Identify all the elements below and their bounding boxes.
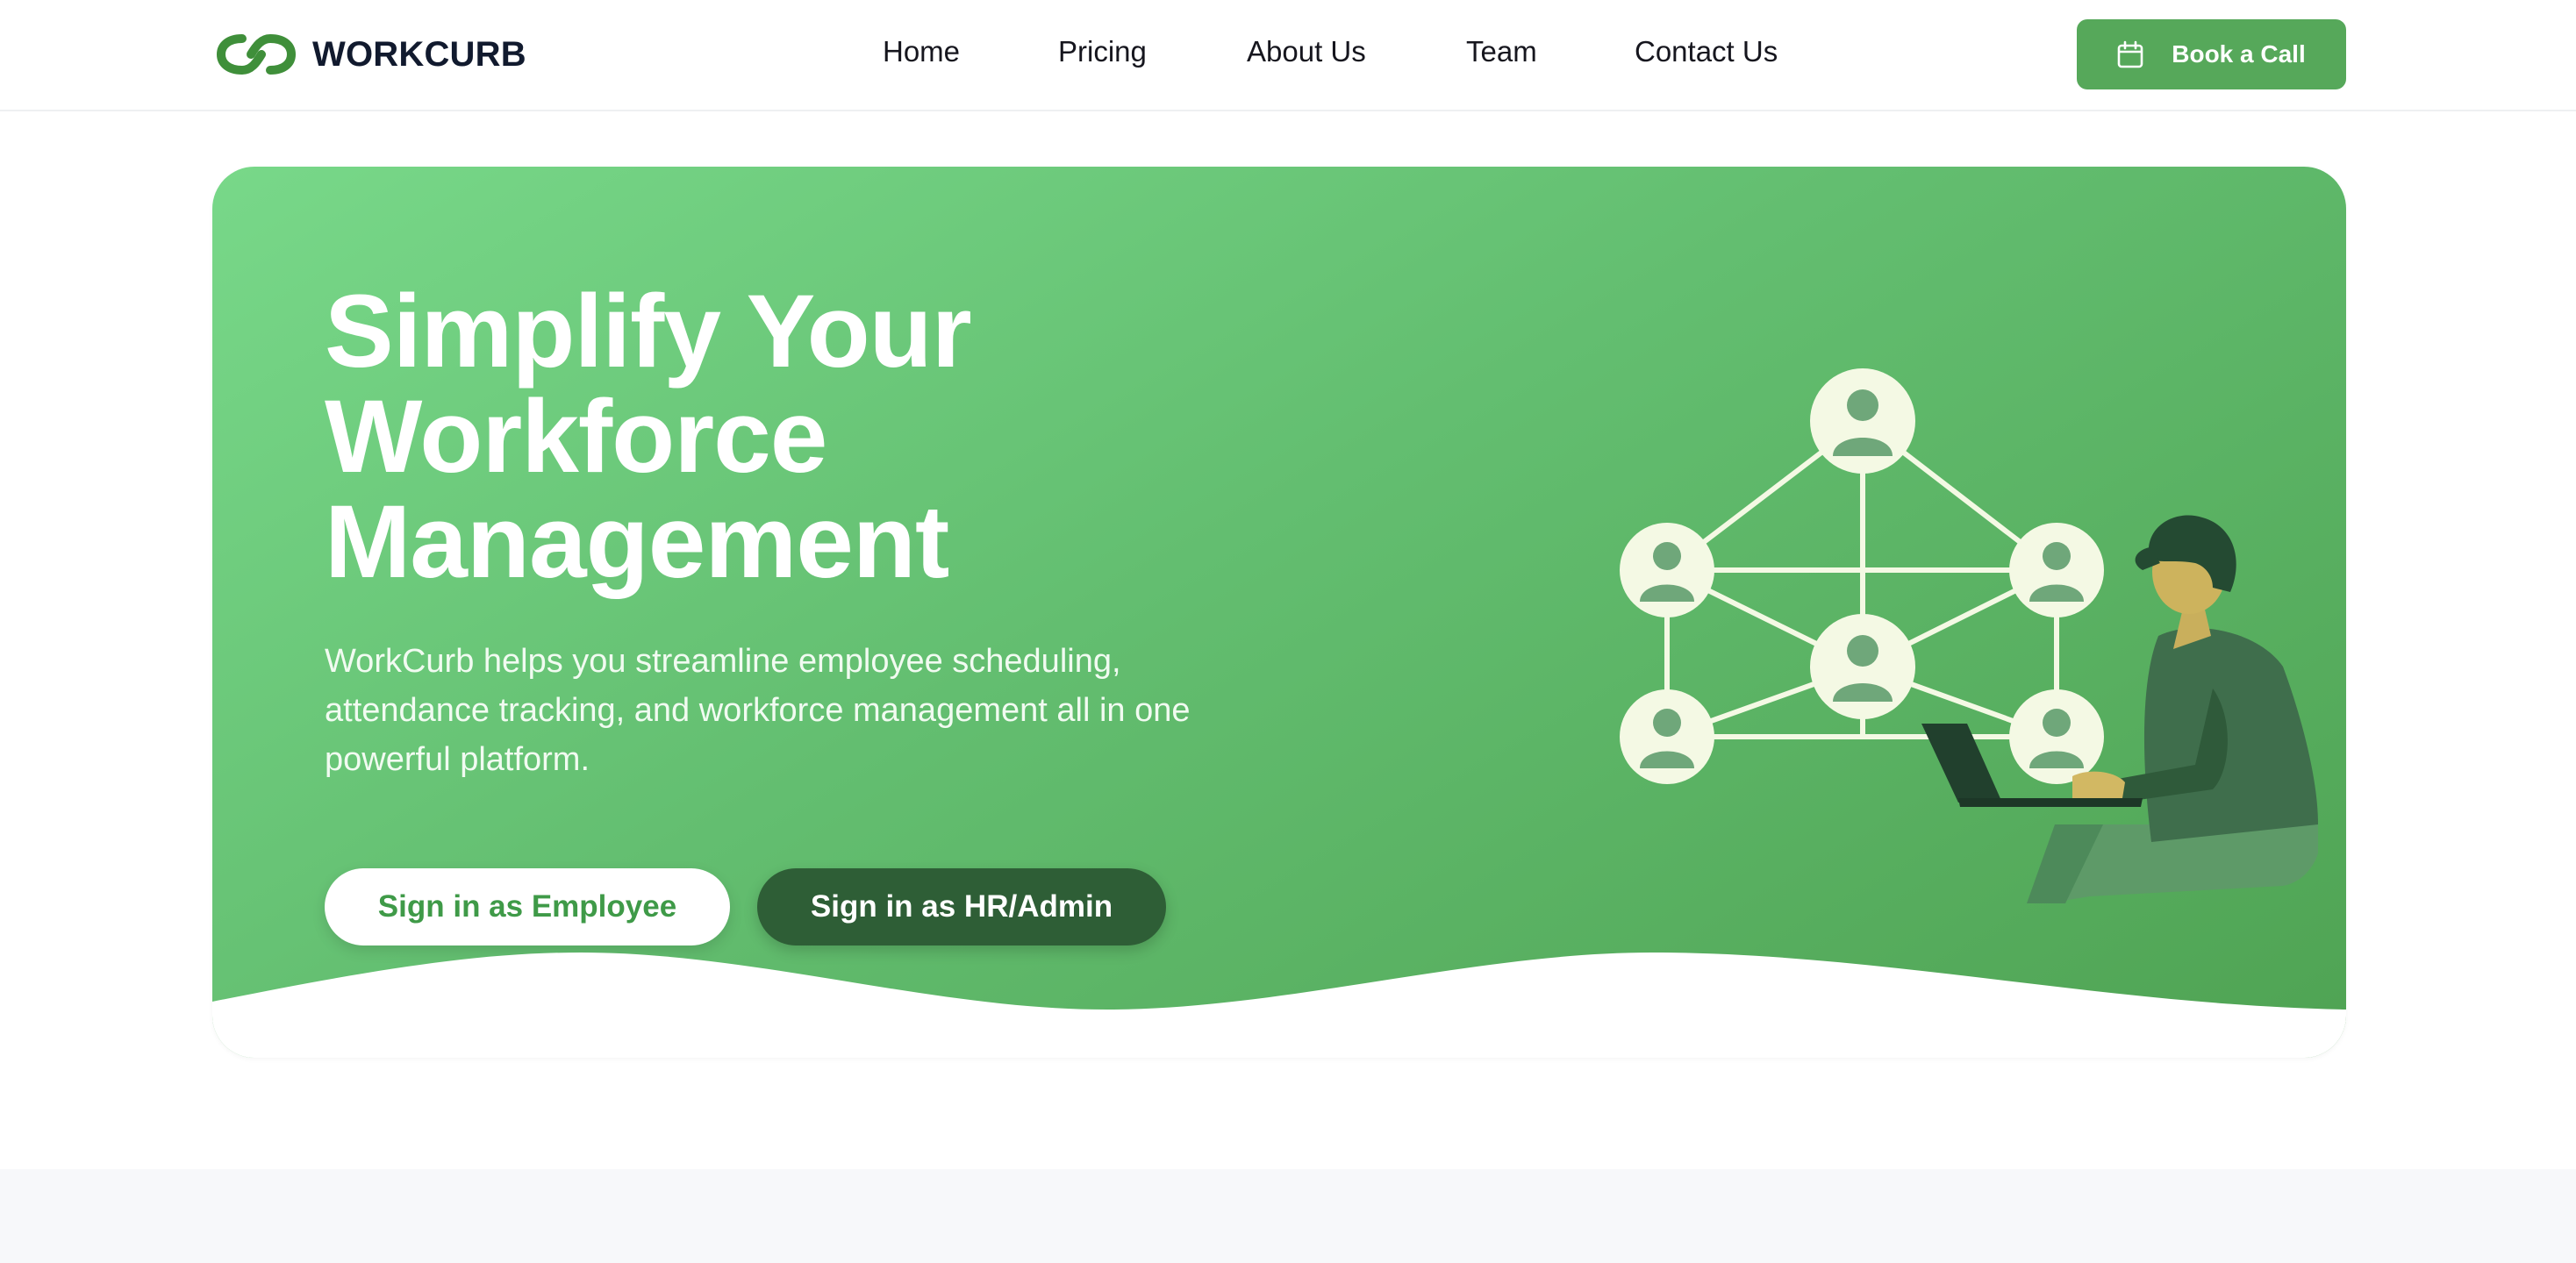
hero-title-line: Simplify Your (325, 274, 972, 389)
sign-in-hr-admin-button[interactable]: Sign in as HR/Admin (757, 868, 1166, 945)
book-a-call-button[interactable]: Book a Call (2077, 19, 2346, 89)
hero-wave-divider (212, 953, 2346, 1058)
nav-home[interactable]: Home (883, 35, 960, 68)
book-a-call-label: Book a Call (2172, 40, 2306, 68)
person-node-icon (1810, 614, 1915, 719)
site-header: WORKCURB Home Pricing About Us Team Cont… (0, 0, 2576, 111)
calendar-icon (2117, 40, 2143, 68)
hero-title-line: Workforce (325, 379, 827, 495)
hero-title: Simplify Your Workforce Management (325, 279, 1290, 595)
nav-pricing[interactable]: Pricing (1058, 35, 1147, 68)
person-node-icon (2009, 689, 2104, 784)
hero-subtitle: WorkCurb helps you streamline employee s… (325, 643, 1191, 778)
person-node-icon (1620, 523, 1714, 617)
person-node-icon (2009, 523, 2104, 617)
next-section-background (0, 1169, 2576, 1263)
hero-section: Simplify Your Workforce Management WorkC… (212, 167, 2346, 1058)
nav-contact-us[interactable]: Contact Us (1635, 35, 1778, 68)
nav-team[interactable]: Team (1466, 35, 1537, 68)
nav-about-us[interactable]: About Us (1247, 35, 1366, 68)
hero-illustration (1620, 368, 2318, 903)
sign-in-employee-button[interactable]: Sign in as Employee (325, 868, 730, 945)
person-node-icon (1620, 689, 1714, 784)
hero-title-line: Management (325, 484, 949, 600)
person-node-icon (1810, 368, 1915, 474)
